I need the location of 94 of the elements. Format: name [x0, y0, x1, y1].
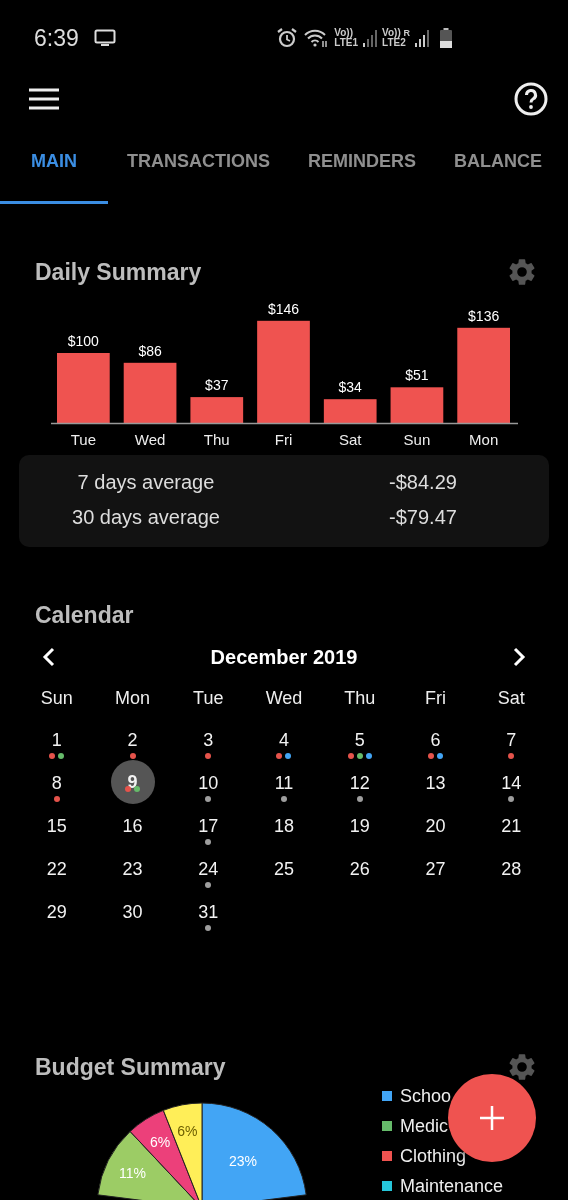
axis-label: Wed: [134, 431, 166, 448]
calendar-day[interactable]: 15: [39, 813, 74, 839]
legend-label: Clothing: [400, 1145, 467, 1167]
calendar-day[interactable]: 16: [115, 813, 150, 839]
signal-icon: [363, 28, 377, 48]
calendar-day[interactable]: 29: [39, 899, 74, 925]
calendar-day[interactable]: 23: [115, 856, 150, 882]
calendar-day[interactable]: 2: [115, 727, 150, 753]
volte-label: Vo)): [334, 28, 354, 38]
axis-label: Mon: [469, 431, 499, 448]
menu-button[interactable]: [28, 87, 60, 111]
previous-month-button[interactable]: [42, 647, 56, 667]
volte-label: Vo)): [382, 27, 401, 38]
tab[interactable]: REMINDERS: [289, 122, 435, 204]
calendar-day[interactable]: 14: [494, 770, 529, 796]
calendar-day[interactable]: 30: [115, 899, 150, 925]
average-label: 30 days average: [71, 506, 221, 529]
calendar-day[interactable]: 27: [418, 856, 453, 882]
calendar-day[interactable]: 22: [39, 856, 74, 882]
bar: [323, 399, 377, 423]
bar: [190, 397, 244, 423]
bar-value: $100: [67, 333, 99, 349]
average-value: -$84.29: [388, 471, 458, 494]
status-time: 6:39: [34, 24, 79, 52]
calendar-day[interactable]: 10: [191, 770, 226, 796]
network-label: LTE2: [382, 38, 407, 48]
bar-value: $146: [267, 300, 300, 317]
network-label: LTE1: [334, 38, 358, 48]
calendar-day[interactable]: 31: [191, 899, 226, 925]
section-title: Calendar: [35, 601, 134, 629]
slice-label: 6%: [177, 1123, 198, 1140]
calendar-day[interactable]: 18: [267, 813, 301, 839]
tab[interactable]: TRANSACTIONS: [108, 122, 289, 204]
calendar-day[interactable]: 24: [191, 856, 226, 882]
bar: [123, 362, 177, 423]
roaming-label: R: [403, 28, 410, 38]
axis-label: Sun: [403, 431, 431, 448]
battery-icon: [440, 28, 452, 48]
calendar-day[interactable]: 28: [494, 856, 529, 882]
weekday-label: Wed: [264, 687, 304, 710]
weekday-label: Thu: [343, 687, 377, 710]
signal-icon: [415, 28, 429, 48]
slice-label: 6%: [150, 1134, 171, 1151]
calendar-day[interactable]: 17: [191, 813, 226, 839]
bar: [390, 387, 444, 423]
weekday-label: Mon: [114, 687, 152, 710]
axis-label: Sat: [338, 431, 362, 448]
plus-icon: [479, 1105, 505, 1131]
calendar-day[interactable]: 1: [39, 727, 74, 753]
calendar-day[interactable]: 6: [418, 727, 453, 753]
calendar-day[interactable]: 13: [418, 770, 453, 796]
average-label: 7 days average: [76, 471, 216, 494]
month-title: December 2019: [210, 645, 358, 669]
tv-icon: [93, 29, 116, 47]
section-title: Budget Summary: [35, 1053, 226, 1081]
section-title: Daily Summary: [35, 258, 202, 286]
calendar-day[interactable]: 3: [191, 727, 226, 753]
calendar-day[interactable]: 26: [342, 856, 377, 882]
calendar-day[interactable]: 20: [418, 813, 453, 839]
weekday-label: Fri: [423, 687, 447, 710]
weekday-label: Tue: [192, 687, 225, 710]
axis-label: Tue: [70, 431, 96, 448]
axis-label: Fri: [274, 431, 293, 448]
calendar-day[interactable]: 21: [494, 813, 529, 839]
calendar-day[interactable]: 25: [267, 856, 301, 882]
calendar-day[interactable]: 8: [39, 770, 74, 796]
help-button[interactable]: [514, 82, 548, 116]
tab[interactable]: MAIN: [0, 122, 108, 204]
weekday-label: Sun: [39, 687, 74, 710]
legend-label: Schoo: [400, 1085, 452, 1107]
legend-label: Maintenance: [400, 1175, 504, 1197]
legend-label: Medic: [400, 1115, 448, 1137]
average-value: -$79.47: [388, 506, 458, 529]
calendar-day[interactable]: 12: [342, 770, 377, 796]
calendar-day[interactable]: 11: [267, 770, 301, 796]
calendar-day[interactable]: 7: [494, 727, 529, 753]
calendar-day[interactable]: 19: [342, 813, 377, 839]
wifi-icon: [303, 28, 330, 48]
bar-value: $51: [405, 367, 429, 384]
bar-value: $86: [138, 342, 162, 359]
bar-value: $136: [468, 307, 500, 324]
calendar-day[interactable]: 9: [110, 760, 155, 804]
tab[interactable]: BALANCE: [435, 122, 561, 204]
calendar-day[interactable]: 5: [342, 727, 377, 753]
axis-label: Thu: [203, 431, 230, 448]
calendar-day[interactable]: 4: [267, 727, 301, 753]
slice-label: 23%: [229, 1153, 257, 1170]
weekday-label: Sat: [496, 687, 526, 710]
bar-value: $37: [205, 377, 229, 394]
bar: [57, 353, 110, 423]
bar-value: $34: [338, 379, 362, 396]
next-month-button[interactable]: [512, 647, 526, 667]
slice-label: 11%: [119, 1164, 146, 1181]
alarm-icon: [276, 27, 299, 49]
